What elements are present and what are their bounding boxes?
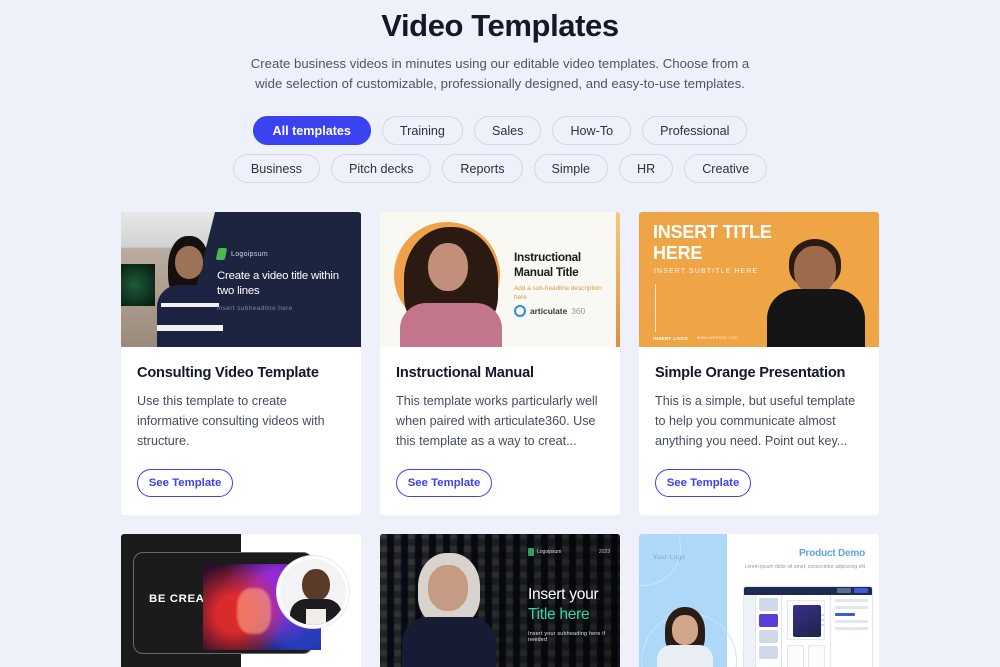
filter-pill-reports[interactable]: Reports: [442, 154, 523, 183]
thumbnail-subtitle: Add a sub-headline description here: [514, 285, 602, 301]
page-subtitle: Create business videos in minutes using …: [250, 56, 750, 91]
filter-pill-pitch-decks[interactable]: Pitch decks: [330, 154, 432, 183]
vertical-rule-decor: [655, 284, 657, 332]
presenter-figure: [402, 553, 496, 667]
filter-pill-sales[interactable]: Sales: [473, 116, 542, 145]
see-template-button[interactable]: See Template: [396, 469, 492, 497]
template-thumbnail-product-demo[interactable]: Your Logo Product Demo Lorem ipsum dolor…: [639, 534, 879, 667]
logo-mark-icon: [528, 548, 534, 556]
thumbnail-footer-url: www.website.com: [697, 335, 739, 340]
logo-text: Logoipsum: [231, 250, 268, 258]
template-card[interactable]: Instructional Manual Title Add a sub-hea…: [380, 212, 620, 515]
thumbnail-year: 2023: [598, 549, 610, 555]
orange-edge-stripe: [616, 212, 620, 347]
card-description: This is a simple, but useful template to…: [655, 394, 856, 448]
card-body: Instructional Manual This template works…: [380, 347, 620, 451]
template-card[interactable]: BE CREATIVE See Template: [121, 534, 361, 667]
filter-pill-creative[interactable]: Creative: [684, 154, 768, 183]
template-thumbnail-simple-orange[interactable]: INSERT TITLE HERE INSERT SUBTITLE HERE I…: [639, 212, 879, 347]
template-card[interactable]: Logoipsum Create a video title within tw…: [121, 212, 361, 515]
template-thumbnail-be-creative[interactable]: BE CREATIVE: [121, 534, 361, 667]
your-logo-text: Your Logo: [653, 554, 686, 561]
see-template-button[interactable]: See Template: [137, 469, 233, 497]
thumbnail-subtitle: insert subheadline here: [217, 305, 293, 312]
hero-section: Video Templates Create business videos i…: [0, 0, 1000, 94]
filter-pill-all-templates[interactable]: All templates: [252, 116, 371, 145]
thumbnail-headline: Instructional Manual Title: [514, 250, 581, 279]
presenter-figure: [767, 239, 865, 347]
presenter-figure: [398, 225, 504, 347]
filter-pill-how-to[interactable]: How-To: [552, 116, 632, 145]
video-templates-page: Video Templates Create business videos i…: [0, 0, 1000, 667]
card-description: This template works particularly well wh…: [396, 394, 598, 448]
thumbnail-subtitle: Insert your subheading here if needed: [528, 631, 606, 643]
card-body: Simple Orange Presentation This is a sim…: [639, 347, 879, 451]
logo-text: Logoipsum: [537, 549, 562, 555]
template-thumbnail-instructional[interactable]: Instructional Manual Title Add a sub-hea…: [380, 212, 620, 347]
page-title: Video Templates: [381, 8, 619, 43]
avatar: [277, 556, 349, 628]
logo-mark-icon: [215, 248, 228, 260]
template-thumbnail-insert-title[interactable]: Logoipsum 2023 Insert your Title here In…: [380, 534, 620, 667]
filter-pill-business[interactable]: Business: [232, 154, 320, 183]
logoipsum-logo: Logoipsum: [528, 548, 561, 556]
template-thumbnail-consulting[interactable]: Logoipsum Create a video title within tw…: [121, 212, 361, 347]
filter-pill-hr[interactable]: HR: [619, 154, 674, 183]
filter-pill-training[interactable]: Training: [381, 116, 463, 145]
filter-pill-professional[interactable]: Professional: [642, 116, 748, 145]
articulate-ring-icon: [514, 305, 526, 317]
logoipsum-logo: Logoipsum: [215, 248, 268, 260]
filter-pill-simple[interactable]: Simple: [533, 154, 608, 183]
thumbnail-footer-logo: INSERT LOGO: [653, 336, 688, 341]
template-card[interactable]: Your Logo Product Demo Lorem ipsum dolor…: [639, 534, 879, 667]
card-title: Consulting Video Template: [137, 365, 319, 381]
template-card-grid: Logoipsum Create a video title within tw…: [0, 212, 1000, 667]
thumbnail-headline: Create a video title within two lines: [217, 270, 339, 297]
thumbnail-subtitle: INSERT SUBTITLE HERE: [654, 268, 759, 275]
articulate-brand-suffix: 360: [571, 306, 586, 316]
card-description: Use this template to create informative …: [137, 394, 325, 448]
template-filter-bar: All templates Training Sales How-To Prof…: [0, 116, 1000, 183]
thumbnail-subtitle: Lorem ipsum dolor sit amet, consectetur …: [744, 564, 865, 570]
articulate360-logo: articulate 360: [514, 305, 585, 317]
template-card[interactable]: Logoipsum 2023 Insert your Title here In…: [380, 534, 620, 667]
articulate-brand-text: articulate: [530, 306, 568, 316]
thumbnail-headline-line2: Title here: [528, 606, 590, 623]
card-title: Instructional Manual: [396, 365, 534, 381]
card-body: Consulting Video Template Use this templ…: [121, 347, 361, 451]
app-screenshot-mock: [743, 586, 873, 667]
card-title: Simple Orange Presentation: [655, 365, 846, 381]
template-card[interactable]: INSERT TITLE HERE INSERT SUBTITLE HERE I…: [639, 212, 879, 515]
see-template-button[interactable]: See Template: [655, 469, 751, 497]
presenter-figure: [657, 607, 713, 667]
thumbnail-headline-line1: Insert your: [528, 586, 599, 603]
thumbnail-headline: Product Demo: [799, 548, 865, 559]
